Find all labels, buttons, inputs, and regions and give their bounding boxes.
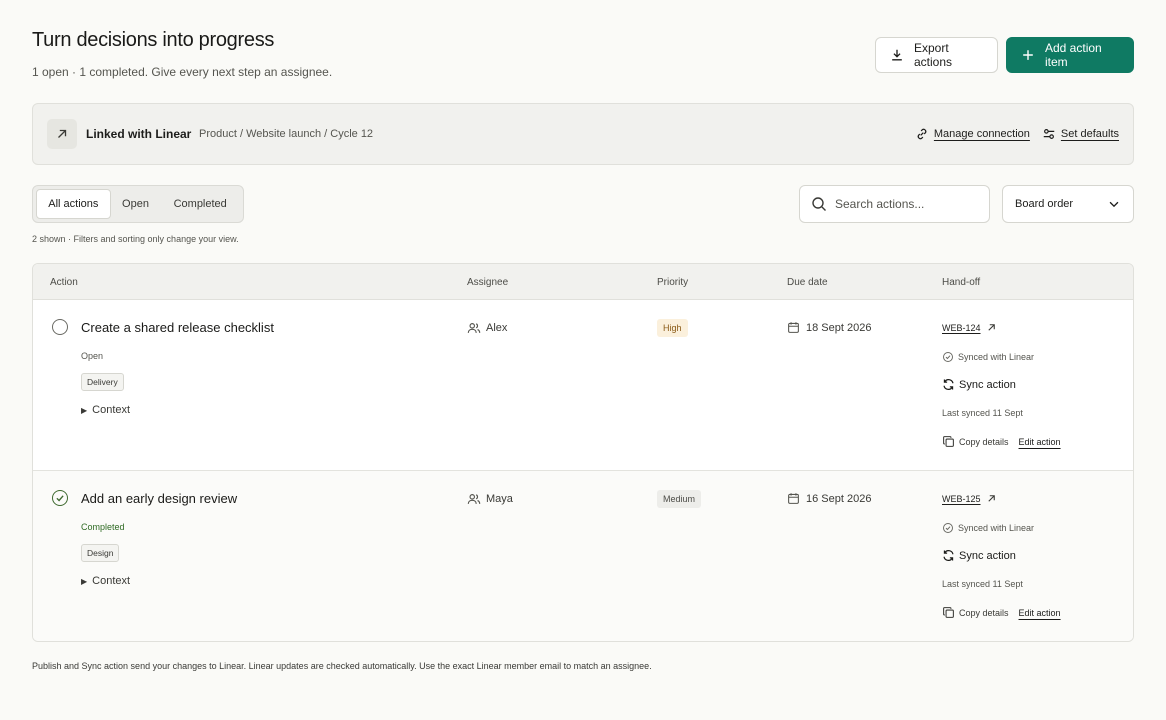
action-status: Open [81, 351, 104, 361]
sync-action-button[interactable]: Sync action [942, 549, 1016, 562]
linear-banner: Linked with Linear Product / Website lau… [32, 103, 1134, 165]
shown-note: 2 shown · Filters and sorting only chang… [32, 234, 239, 244]
export-actions-label: Export actions [914, 41, 953, 69]
copy-icon [943, 436, 954, 447]
calendar-icon [788, 322, 799, 333]
table-row: Create a shared release checklist Open D… [33, 300, 1133, 471]
plus-icon [1023, 50, 1033, 60]
action-status: Completed [81, 522, 125, 532]
arrow-up-right-icon [47, 119, 77, 149]
manage-connection-label: Manage connection [933, 128, 1030, 140]
table-row: Add an early design review Completed Des… [33, 471, 1133, 641]
sync-status: Synced with Linear [942, 522, 1034, 534]
column-header-action: Action [50, 277, 78, 288]
link-icon [917, 128, 927, 140]
column-header-assignee: Assignee [467, 277, 509, 288]
banner-links: Manage connection Set defaults [915, 127, 1119, 141]
external-link-icon [987, 324, 995, 331]
refresh-icon [943, 550, 954, 561]
action-title: Create a shared release checklist [81, 320, 274, 335]
search-input[interactable] [835, 197, 975, 211]
circle-icon[interactable] [52, 319, 68, 335]
footer-note: Publish and Sync action send your change… [32, 661, 652, 671]
check-circle-icon[interactable] [52, 490, 68, 506]
users-icon [467, 494, 481, 504]
sync-action-label: Sync action [959, 378, 1016, 391]
tab-all-actions[interactable]: All actions [36, 189, 111, 219]
sort-select-value: Board order [1015, 198, 1074, 210]
calendar-icon [788, 493, 799, 504]
context-label: Context [92, 404, 131, 416]
last-synced: Last synced 11 Sept [942, 408, 1023, 418]
set-defaults-link[interactable]: Set defaults [1042, 127, 1119, 141]
assignee-name: Alex [486, 322, 508, 334]
due-date: 16 Sept 2026 [787, 492, 871, 505]
banner-title: Linked with Linear [86, 127, 192, 141]
caret-right-icon: ▶ [81, 576, 88, 586]
sync-status-label: Synced with Linear [958, 352, 1035, 362]
tab-open[interactable]: Open [111, 189, 161, 219]
chevron-down-icon [1109, 201, 1119, 208]
manage-connection-link[interactable]: Manage connection [915, 127, 1030, 141]
users-icon [467, 323, 481, 333]
sync-action-label: Sync action [959, 549, 1016, 562]
issue-link[interactable]: WEB-124 [942, 322, 997, 333]
refresh-icon [943, 379, 954, 390]
header-actions: Export actions Add action item [875, 37, 1134, 73]
context-toggle[interactable]: ▶ Context [81, 575, 130, 587]
edit-action-link[interactable]: Edit action [1019, 608, 1061, 618]
caret-right-icon: ▶ [81, 405, 88, 415]
set-defaults-label: Set defaults [1060, 128, 1119, 140]
priority-badge: Medium [657, 490, 702, 508]
issue-link[interactable]: WEB-125 [942, 493, 997, 504]
filter-tabs: All actions Open Completed [32, 185, 244, 223]
column-header-due-date: Due date [787, 277, 828, 288]
last-synced: Last synced 11 Sept [942, 579, 1023, 589]
sync-action-button[interactable]: Sync action [942, 378, 1016, 391]
table-header: Action Assignee Priority Due date Hand-o… [33, 264, 1133, 300]
sync-status-label: Synced with Linear [958, 523, 1035, 533]
due-date-value: 18 Sept 2026 [806, 321, 872, 334]
assignee: Maya [467, 492, 513, 506]
page-subtitle: 1 open · 1 completed. Give every next st… [32, 65, 333, 79]
row-actions: Copy details Edit action [942, 435, 1061, 448]
check-badge-icon [943, 352, 953, 362]
due-date-value: 16 Sept 2026 [806, 492, 872, 505]
tab-completed[interactable]: Completed [160, 189, 240, 219]
action-title: Add an early design review [81, 491, 238, 506]
issue-id: WEB-124 [942, 322, 981, 333]
page-title: Turn decisions into progress [32, 29, 275, 51]
add-action-item-label: Add action item [1045, 41, 1102, 69]
issue-id: WEB-125 [942, 493, 981, 504]
action-tag: Delivery [81, 373, 124, 391]
external-link-icon [987, 495, 995, 502]
priority-badge: High [657, 319, 688, 337]
copy-details-label: Copy details [959, 607, 1009, 618]
column-header-priority: Priority [657, 277, 689, 288]
row-actions: Copy details Edit action [942, 606, 1061, 619]
context-label: Context [92, 575, 131, 587]
action-tag: Design [81, 544, 120, 562]
search-icon [812, 197, 826, 211]
copy-details-button[interactable]: Copy details [942, 606, 1009, 619]
sort-select[interactable]: Board order [1002, 185, 1134, 223]
copy-details-label: Copy details [959, 436, 1009, 447]
download-icon [892, 49, 902, 61]
actions-table: Action Assignee Priority Due date Hand-o… [32, 263, 1134, 642]
assignee: Alex [467, 321, 507, 335]
copy-details-button[interactable]: Copy details [942, 435, 1009, 448]
assignee-name: Maya [486, 493, 513, 505]
sliders-icon [1043, 129, 1055, 139]
copy-icon [943, 607, 954, 618]
context-toggle[interactable]: ▶ Context [81, 404, 130, 416]
export-actions-button[interactable]: Export actions [875, 37, 998, 73]
search-box [799, 185, 990, 223]
sync-status: Synced with Linear [942, 351, 1034, 363]
edit-action-link[interactable]: Edit action [1019, 437, 1061, 447]
due-date: 18 Sept 2026 [787, 321, 871, 334]
column-header-hand-off: Hand-off [942, 277, 981, 288]
banner-path: Product / Website launch / Cycle 12 [199, 128, 374, 140]
add-action-item-button[interactable]: Add action item [1006, 37, 1134, 73]
check-badge-icon [943, 523, 953, 533]
